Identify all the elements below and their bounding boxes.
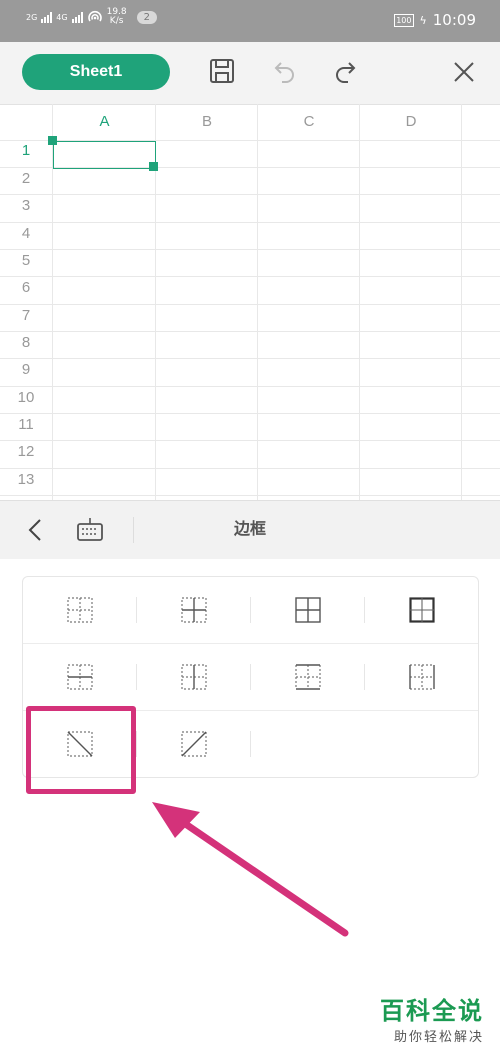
border-option-all[interactable] — [251, 577, 364, 643]
all-borders-icon — [294, 597, 321, 623]
grid-line — [0, 304, 500, 305]
close-icon[interactable] — [452, 60, 476, 84]
grid-line — [0, 276, 500, 277]
border-panel-header: 边框 — [0, 500, 500, 559]
vertical-inner-border-icon — [180, 664, 207, 690]
left-right-border-icon — [408, 664, 435, 690]
grid-line — [0, 358, 500, 359]
signal-icon — [41, 11, 53, 23]
row-header-10[interactable]: 10 — [0, 389, 52, 406]
clock: 10:09 — [432, 11, 476, 29]
grid-line — [0, 440, 500, 441]
signal-icon — [71, 11, 83, 23]
row-header-5[interactable]: 5 — [0, 252, 52, 269]
panel-title: 边框 — [233, 521, 266, 538]
border-option-thick-outer[interactable] — [365, 577, 478, 643]
highlight-box — [26, 706, 136, 794]
network-4g-label: 4G — [56, 12, 68, 22]
net-speed: 19.8 K/s — [107, 8, 127, 26]
grid-line — [0, 331, 500, 332]
grid-line — [0, 468, 500, 469]
row-header-7[interactable]: 7 — [0, 307, 52, 324]
border-option-diagonal-up[interactable] — [137, 711, 250, 777]
row-header-1[interactable]: 1 — [0, 142, 52, 159]
grid-line — [0, 222, 500, 223]
border-option-horizontal-inner[interactable] — [23, 644, 136, 710]
grid-line — [0, 495, 500, 496]
diagonal-up-border-icon — [180, 731, 207, 757]
selection-handle-bottom-right[interactable] — [149, 162, 158, 171]
border-option-inner[interactable] — [137, 577, 250, 643]
grid-line — [0, 194, 500, 195]
all-dotted-border-icon — [66, 597, 93, 623]
row-header-12[interactable]: 12 — [0, 443, 52, 460]
column-header-b[interactable]: B — [155, 104, 258, 140]
divider — [250, 731, 251, 757]
selected-cell-a1[interactable] — [53, 141, 156, 169]
row-header-4[interactable]: 4 — [0, 225, 52, 242]
row-header-6[interactable]: 6 — [0, 279, 52, 296]
charging-icon: ϟ — [419, 13, 427, 27]
top-bottom-border-icon — [294, 664, 321, 690]
border-option-all-dotted[interactable] — [23, 577, 136, 643]
status-bar: 2G 4G 19.8 K/s 2 100 ϟ 10:09 — [0, 0, 500, 42]
top-toolbar: Sheet1 — [0, 42, 500, 105]
column-header-d[interactable]: D — [359, 104, 462, 140]
network-2g-label: 2G — [26, 12, 38, 22]
border-option-top-bottom[interactable] — [251, 644, 364, 710]
row-header-8[interactable]: 8 — [0, 334, 52, 351]
inner-border-icon — [180, 597, 207, 623]
grid-line — [0, 249, 500, 250]
column-header-a[interactable]: A — [52, 104, 156, 140]
spreadsheet-grid[interactable]: A B C D 1 2 3 4 5 6 7 8 9 10 11 12 13 — [0, 104, 500, 500]
column-header-c[interactable]: C — [257, 104, 360, 140]
watermark-title: 百科全说 — [380, 998, 484, 1025]
status-right: 100 ϟ 10:09 — [394, 11, 476, 29]
row-header-11[interactable]: 11 — [0, 416, 52, 433]
status-left: 2G 4G 19.8 K/s 2 — [26, 8, 158, 26]
thick-outer-border-icon — [408, 597, 435, 623]
border-option-left-right[interactable] — [365, 644, 478, 710]
watermark-subtitle: 助你轻松解决 — [393, 1029, 484, 1044]
speed-unit: K/s — [109, 16, 124, 26]
notification-badge: 2 — [136, 10, 158, 24]
row-header-2[interactable]: 2 — [0, 170, 52, 187]
horizontal-inner-border-icon — [66, 664, 93, 690]
undo-icon[interactable] — [272, 57, 298, 85]
battery-icon: 100 — [394, 13, 414, 27]
annotation-arrow-icon — [152, 802, 349, 937]
save-icon[interactable] — [208, 57, 236, 85]
row-header-13[interactable]: 13 — [0, 471, 52, 488]
row-header-3[interactable]: 3 — [0, 197, 52, 214]
selection-handle-top-left[interactable] — [48, 136, 57, 145]
grid-line — [0, 413, 500, 414]
redo-icon[interactable] — [332, 57, 358, 85]
watermark: 百科全说 助你轻松解决 — [380, 991, 484, 1045]
sheet-tab-button[interactable]: Sheet1 — [22, 54, 170, 90]
grid-line — [0, 386, 500, 387]
row-header-9[interactable]: 9 — [0, 361, 52, 378]
border-option-vertical-inner[interactable] — [137, 644, 250, 710]
hotspot-icon — [87, 10, 102, 22]
